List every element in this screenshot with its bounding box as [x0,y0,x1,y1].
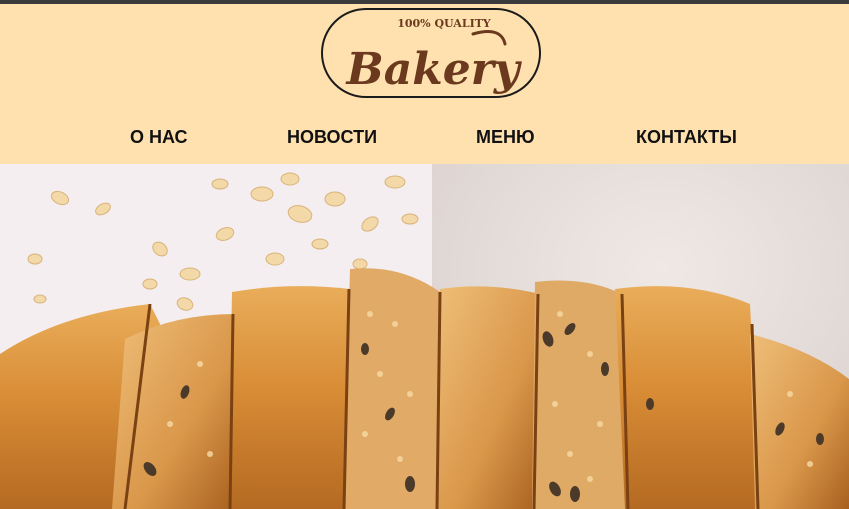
main-nav: О НАС НОВОСТИ МЕНЮ КОНТАКТЫ [0,122,849,152]
bread-photo [0,164,849,509]
logo-graphic: 100% QUALITY Bakery [345,17,523,95]
nav-item-news[interactable]: НОВОСТИ [287,122,377,152]
hero-image [0,164,849,509]
nav-item-about[interactable]: О НАС [130,122,188,152]
site-header: 100% QUALITY Bakery О НАС НОВОСТИ МЕНЮ К… [0,4,849,164]
logo-flourish [471,30,507,46]
logo-tagline: 100% QUALITY [397,17,491,30]
nav-item-menu[interactable]: МЕНЮ [476,122,535,152]
logo-wordmark: Bakery [345,44,523,95]
bakery-logo[interactable]: 100% QUALITY Bakery [321,8,541,98]
nav-item-contacts[interactable]: КОНТАКТЫ [636,122,737,152]
